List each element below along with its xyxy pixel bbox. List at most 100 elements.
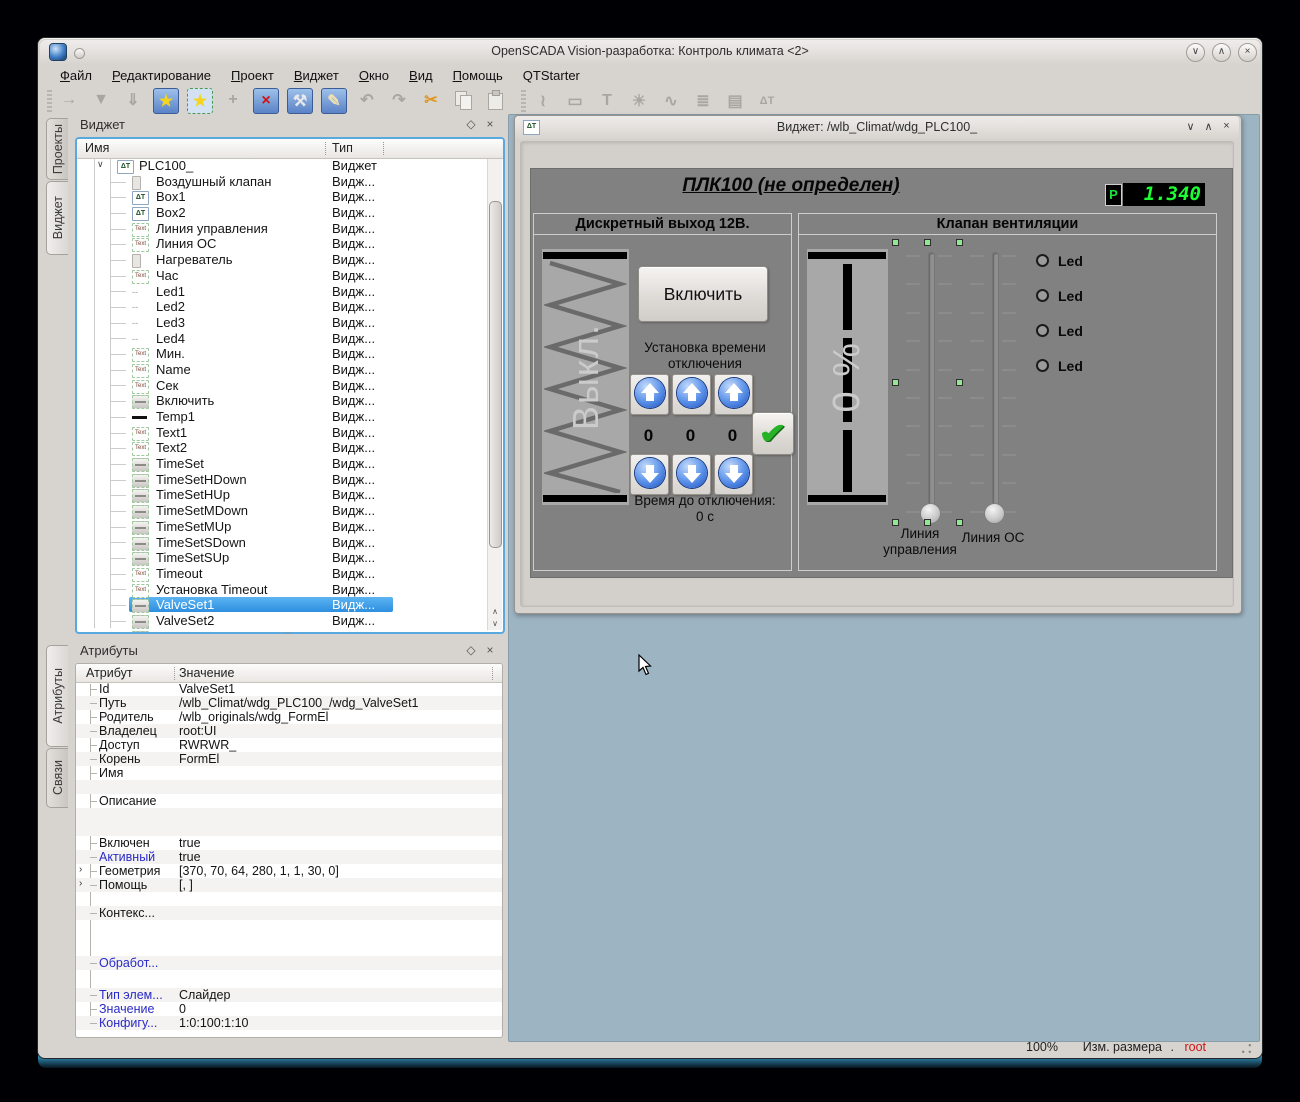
tree-row[interactable]: Text1Видж... bbox=[77, 425, 485, 441]
column-resize-grip[interactable] bbox=[174, 667, 175, 680]
feedback-slider-track[interactable] bbox=[992, 252, 999, 518]
column-resize-grip[interactable] bbox=[383, 142, 384, 155]
toolbar-handle[interactable] bbox=[521, 90, 526, 112]
panel-float-button[interactable]: ◇ bbox=[464, 643, 478, 657]
tree-column-header[interactable]: Имя Тип bbox=[77, 139, 503, 159]
tree-row[interactable]: Text2Видж... bbox=[77, 440, 485, 456]
attribute-row[interactable]: Владелецroot:UI bbox=[76, 724, 502, 738]
tree-row[interactable]: НагревательВидж... bbox=[77, 252, 485, 268]
cut-icon[interactable]: ✂ bbox=[419, 88, 443, 112]
tree-row[interactable]: Воздушный клапанВидж... bbox=[77, 174, 485, 190]
attribute-row[interactable]: ДоступRWRWR_ bbox=[76, 738, 502, 752]
panel-splitter[interactable]: ⋯ bbox=[75, 631, 501, 640]
turn-on-button[interactable]: Включить bbox=[638, 266, 768, 322]
scroll-down-icon[interactable]: ∨ bbox=[488, 618, 502, 630]
tree-row[interactable]: Линия управленияВидж... bbox=[77, 221, 485, 237]
attribute-row[interactable]: Описание bbox=[76, 794, 502, 808]
tree-row[interactable]: Линия ОСВидж... bbox=[77, 236, 485, 252]
spin-down-button[interactable] bbox=[630, 454, 669, 495]
column-resize-grip[interactable] bbox=[325, 142, 326, 155]
tree-row[interactable]: ValveSet2Видж... bbox=[77, 613, 485, 629]
dock-tab-widget[interactable]: Виджет bbox=[46, 181, 68, 255]
attribute-row[interactable]: Конфигу...1:0:100:1:10 bbox=[76, 1016, 502, 1030]
panel-close-button[interactable]: × bbox=[483, 643, 497, 657]
menu-widget[interactable]: Виджет bbox=[284, 66, 349, 85]
attribute-row[interactable]: Активныйtrue bbox=[76, 850, 502, 864]
selection-handle[interactable] bbox=[956, 379, 963, 386]
attribute-row[interactable]: Имя bbox=[76, 766, 502, 780]
dock-tab-attributes[interactable]: Атрибуты bbox=[46, 645, 68, 747]
tree-row[interactable]: Led3Видж... bbox=[77, 315, 485, 331]
tree-row[interactable]: ВключитьВидж... bbox=[77, 393, 485, 409]
panel-float-button[interactable]: ◇ bbox=[464, 117, 478, 131]
dock-tab-projects[interactable]: Проекты bbox=[46, 118, 68, 180]
tree-row[interactable]: TimeSetSDownВидж... bbox=[77, 535, 485, 551]
tree-row[interactable]: Temp1Видж... bbox=[77, 409, 485, 425]
column-resize-grip[interactable] bbox=[492, 667, 493, 680]
tree-row[interactable]: TimeSetHDownВидж... bbox=[77, 472, 485, 488]
tree-row[interactable]: ValveSet1Видж... bbox=[77, 597, 485, 613]
expand-icon[interactable]: › bbox=[79, 864, 82, 875]
spin-up-button[interactable] bbox=[630, 374, 669, 415]
tree-row[interactable]: TimeSetSUpВидж... bbox=[77, 550, 485, 566]
widget-properties-icon[interactable]: ⚒ bbox=[287, 88, 313, 114]
selection-handle[interactable] bbox=[924, 239, 931, 246]
spin-up-button[interactable] bbox=[672, 374, 711, 415]
tree-row[interactable]: Led2Видж... bbox=[77, 299, 485, 315]
tree-row[interactable]: Установка TimeoutВидж... bbox=[77, 582, 485, 598]
attribute-row[interactable]: Тип элем...Слайдер bbox=[76, 988, 502, 1002]
tree-row[interactable]: Box2Видж... bbox=[77, 205, 485, 221]
tree-row[interactable]: Box1Видж... bbox=[77, 189, 485, 205]
tree-row[interactable]: Led4Видж... bbox=[77, 331, 485, 347]
menu-help[interactable]: Помощь bbox=[443, 66, 513, 85]
tree-row[interactable]: ЧасВидж... bbox=[77, 268, 485, 284]
selection-handle[interactable] bbox=[956, 239, 963, 246]
widget-edit-icon[interactable]: ✎ bbox=[321, 88, 347, 114]
control-slider-track[interactable] bbox=[928, 252, 935, 518]
tree-row[interactable]: TimeoutВидж... bbox=[77, 566, 485, 582]
tree-scrollbar[interactable]: ∧ ∨ bbox=[487, 159, 502, 630]
expander-icon[interactable]: ∨ bbox=[97, 159, 104, 170]
attribute-row[interactable]: Контекс... bbox=[76, 906, 502, 920]
delete-widget-icon[interactable]: × bbox=[253, 88, 279, 114]
spin-down-button[interactable] bbox=[714, 454, 753, 495]
column-value[interactable]: Значение bbox=[179, 666, 234, 680]
selection-handle[interactable] bbox=[892, 239, 899, 246]
menu-qtstarter[interactable]: QTStarter bbox=[513, 66, 590, 85]
menu-edit[interactable]: Редактирование bbox=[102, 66, 221, 85]
attribute-row[interactable]: Обработ... bbox=[76, 956, 502, 970]
menu-file[interactable]: Файл bbox=[50, 66, 102, 85]
selection-handle[interactable] bbox=[956, 519, 963, 526]
resize-grip[interactable] bbox=[1241, 1043, 1252, 1054]
menu-window[interactable]: Окно bbox=[349, 66, 399, 85]
scroll-up-icon[interactable]: ∧ bbox=[488, 606, 502, 618]
scrollbar-thumb[interactable] bbox=[489, 201, 502, 548]
tree-row[interactable]: TimeSetMUpВидж... bbox=[77, 519, 485, 535]
attribute-row[interactable]: Родитель/wlb_originals/wdg_FormEl bbox=[76, 710, 502, 724]
subwindow-title-bar[interactable]: Виджет: /wlb_Climat/wdg_PLC100_ ∨ ∧ × bbox=[515, 116, 1239, 139]
apply-button[interactable]: ✔ bbox=[752, 412, 794, 455]
column-name[interactable]: Имя bbox=[85, 141, 109, 155]
tree-row[interactable]: TimeSetMDownВидж... bbox=[77, 503, 485, 519]
tree-row[interactable]: NameВидж... bbox=[77, 362, 485, 378]
attribute-row[interactable]: Путь/wlb_Climat/wdg_PLC100_/wdg_ValveSet… bbox=[76, 696, 502, 710]
spin-down-button[interactable] bbox=[672, 454, 711, 495]
toolbar-handle[interactable] bbox=[47, 90, 52, 112]
attribute-row[interactable]: Значение0 bbox=[76, 1002, 502, 1016]
feedback-slider-handle[interactable] bbox=[984, 503, 1005, 524]
column-attribute[interactable]: Атрибут bbox=[86, 666, 133, 680]
subwindow-maximize-button[interactable]: ∧ bbox=[1201, 120, 1216, 133]
attribute-row[interactable]: ›Помощь[, ] bbox=[76, 878, 502, 892]
selection-handle[interactable] bbox=[892, 519, 899, 526]
subwindow-shade-button[interactable]: ∨ bbox=[1183, 120, 1198, 133]
attribute-row[interactable]: Включенtrue bbox=[76, 836, 502, 850]
window-maximize-button[interactable]: ∧ bbox=[1212, 43, 1231, 62]
attributes-column-header[interactable]: Атрибут Значение bbox=[76, 664, 502, 683]
tree-row[interactable]: TimeSetHUpВидж... bbox=[77, 487, 485, 503]
spin-up-button[interactable] bbox=[714, 374, 753, 415]
tree-row[interactable]: СекВидж... bbox=[77, 378, 485, 394]
selection-handle[interactable] bbox=[892, 379, 899, 386]
column-type[interactable]: Тип bbox=[332, 141, 353, 155]
panel-close-button[interactable]: × bbox=[483, 117, 497, 131]
current-user[interactable]: root bbox=[1184, 1040, 1206, 1054]
